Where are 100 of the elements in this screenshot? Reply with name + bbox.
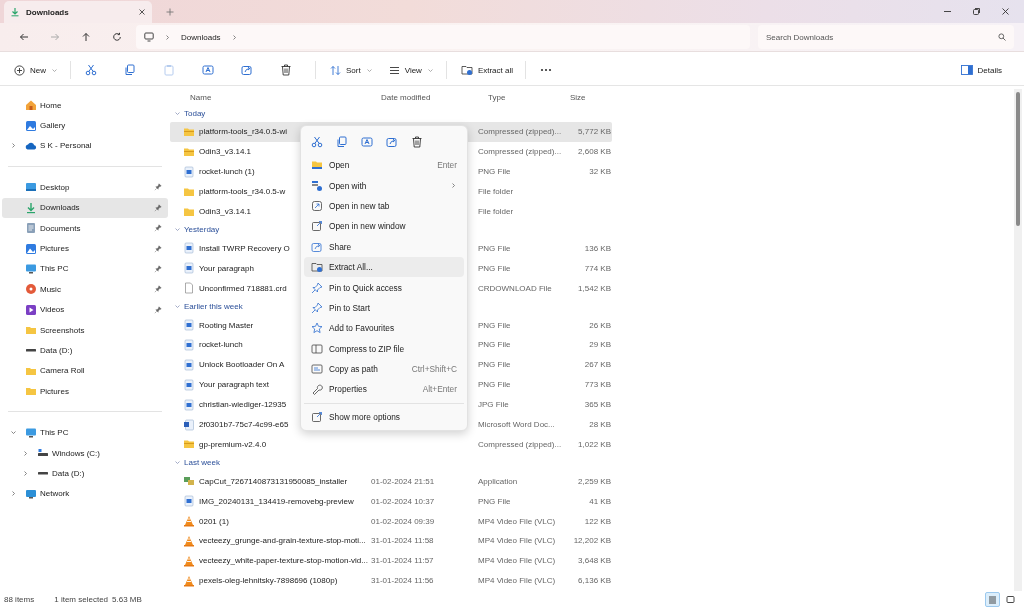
file-name: vecteezy_grunge-and-grain-texture-stop-moti... [199, 536, 366, 546]
date-modified: 01-02-2024 09:39 [371, 516, 436, 526]
column-header[interactable]: Date modified [371, 92, 478, 102]
file-type: File folder [478, 207, 515, 216]
menu-item[interactable]: Add to Favourites [304, 318, 464, 339]
menu-item[interactable]: Copy as path Ctrl+Shift+C [304, 358, 464, 380]
date-modified: 31-01-2024 11:56 [371, 576, 435, 586]
details-button[interactable]: Details [956, 58, 1006, 82]
file-size: 136 KB [583, 243, 611, 253]
group-header[interactable]: Last week [170, 454, 225, 472]
toolbar-dropdown[interactable]: View [384, 58, 438, 82]
group-header[interactable]: Today [170, 105, 210, 122]
file-size: 3,648 KB [577, 556, 611, 566]
sidebar-item[interactable]: This PC [2, 422, 168, 443]
sidebar-item[interactable]: Windows (C:) [2, 442, 168, 464]
sidebar-item[interactable]: Downloads [2, 197, 168, 218]
file-size: 122 KB [583, 516, 611, 526]
file-type: Compressed (zipped)... [478, 439, 560, 449]
sidebar-item[interactable]: Gallery [2, 115, 168, 136]
sidebar-item[interactable]: Videos [2, 299, 168, 320]
file-type: MP4 Video File (VLC) [478, 536, 557, 546]
date-modified: 31-01-2024 11:57 [371, 556, 435, 566]
sidebar-item[interactable]: Data (D:) [2, 340, 168, 361]
sidebar-item[interactable]: Pictures [2, 238, 168, 259]
breadcrumb[interactable]: Downloads [181, 32, 221, 42]
sidebar-item[interactable]: Screenshots [2, 319, 168, 341]
file-size: 2,259 KB [577, 476, 611, 486]
sidebar-item[interactable]: Network [2, 483, 168, 505]
sidebar-item[interactable]: Pictures [2, 381, 168, 402]
file-type: MP4 Video File (VLC) [478, 576, 557, 586]
menu-item[interactable]: Share [304, 236, 464, 257]
menu-item[interactable]: Show more options [304, 406, 464, 428]
file-type: PNG File [478, 263, 512, 273]
column-header[interactable]: Type [478, 92, 560, 102]
shortcut-hint: Alt+Enter [422, 384, 457, 395]
sidebar-item[interactable]: Data (D:) [2, 463, 168, 484]
file-size: 774 KB [583, 263, 611, 273]
column-header[interactable]: Name [180, 92, 371, 102]
file-name: rocket-lunch (1) [199, 167, 255, 177]
column-header[interactable]: Size [560, 92, 611, 102]
date-modified: 01-02-2024 10:37 [371, 496, 436, 506]
file-name: Install TWRP Recovery O [199, 243, 290, 253]
file-size: 32 KB [588, 167, 611, 177]
shortcut-hint: Ctrl+Shift+C [411, 364, 457, 375]
sidebar-item[interactable]: Home [2, 95, 168, 116]
file-name: Unconfirmed 718881.crd [199, 283, 287, 293]
file-type: MP4 Video File (VLC) [478, 516, 557, 526]
file-type: MP4 Video File (VLC) [478, 556, 557, 566]
extract-all-button[interactable]: Extract all [456, 58, 517, 82]
date-modified: 01-02-2024 21:51 [371, 476, 436, 486]
sidebar-item[interactable]: Camera Roll [2, 360, 168, 382]
file-type: Compressed (zipped)... [478, 127, 560, 137]
file-name: 0201 (1) [199, 516, 229, 526]
menu-item[interactable]: Pin to Start [304, 297, 464, 319]
file-type: PNG File [478, 360, 512, 370]
menu-item[interactable]: Open in new window [304, 216, 464, 237]
file-size: 1,022 KB [577, 439, 611, 449]
sidebar-item[interactable]: Desktop [2, 177, 168, 198]
menu-item[interactable]: Open Enter [304, 155, 464, 176]
file-type: Application [478, 476, 519, 486]
menu-item[interactable]: Open in new tab [304, 195, 464, 217]
file-size: 773 KB [583, 380, 611, 390]
file-size: 6,136 KB [577, 576, 611, 586]
file-type: CRDOWNLOAD File [478, 283, 553, 293]
file-name: Your paragraph [199, 263, 254, 273]
date-modified: 31-01-2024 11:58 [371, 536, 435, 546]
file-name: gp-premium-v2.4.0 [199, 439, 267, 449]
menu-item[interactable]: Properties Alt+Enter [304, 379, 464, 400]
sidebar-item[interactable]: S K - Personal [2, 135, 168, 157]
file-type: PNG File [478, 340, 512, 350]
file-size: 29 KB [588, 340, 611, 350]
file-type: File folder [478, 187, 515, 197]
menu-item[interactable]: Pin to Quick access [304, 277, 464, 298]
file-name: Unlock Bootloader On A [199, 360, 285, 370]
file-size: 267 KB [583, 360, 611, 370]
selection-size: 5.63 MB [112, 594, 142, 604]
file-name: platform-tools_r34.0.5-wi [199, 127, 288, 137]
sidebar-item[interactable]: Documents [2, 217, 168, 239]
toolbar-dropdown[interactable]: Sort [326, 58, 377, 82]
file-name: 2f0301b7-75c7-4c99-e65 [199, 420, 289, 429]
group-header[interactable]: Earlier this week [170, 298, 247, 316]
file-size: 41 KB [588, 496, 611, 506]
file-name: IMG_20240131_134419-removebg-preview [199, 496, 354, 506]
group-header[interactable]: Yesterday [170, 221, 224, 239]
file-name: Odin3_v3.14.1 [199, 147, 252, 157]
file-type: PNG File [478, 243, 512, 253]
file-name: rocket-lunch [199, 340, 243, 350]
file-name: platform-tools_r34.0.5-w [199, 187, 286, 197]
toolbar-dropdown[interactable]: New [10, 58, 62, 82]
tab[interactable]: Downloads [4, 1, 152, 23]
sidebar-item[interactable]: This PC [2, 258, 168, 280]
menu-item[interactable]: Compress to ZIP file [304, 338, 464, 359]
file-size: 365 KB [583, 400, 611, 410]
file-name: Odin3_v3.14.1 [199, 207, 252, 216]
item-count: 88 items [4, 594, 35, 604]
menu-item[interactable]: Extract All... [304, 256, 464, 278]
menu-item[interactable]: Open with [304, 175, 464, 196]
search-field[interactable]: Search Downloads [758, 25, 1014, 49]
sidebar-item[interactable]: Music [2, 279, 168, 300]
file-type: PNG File [478, 380, 512, 390]
